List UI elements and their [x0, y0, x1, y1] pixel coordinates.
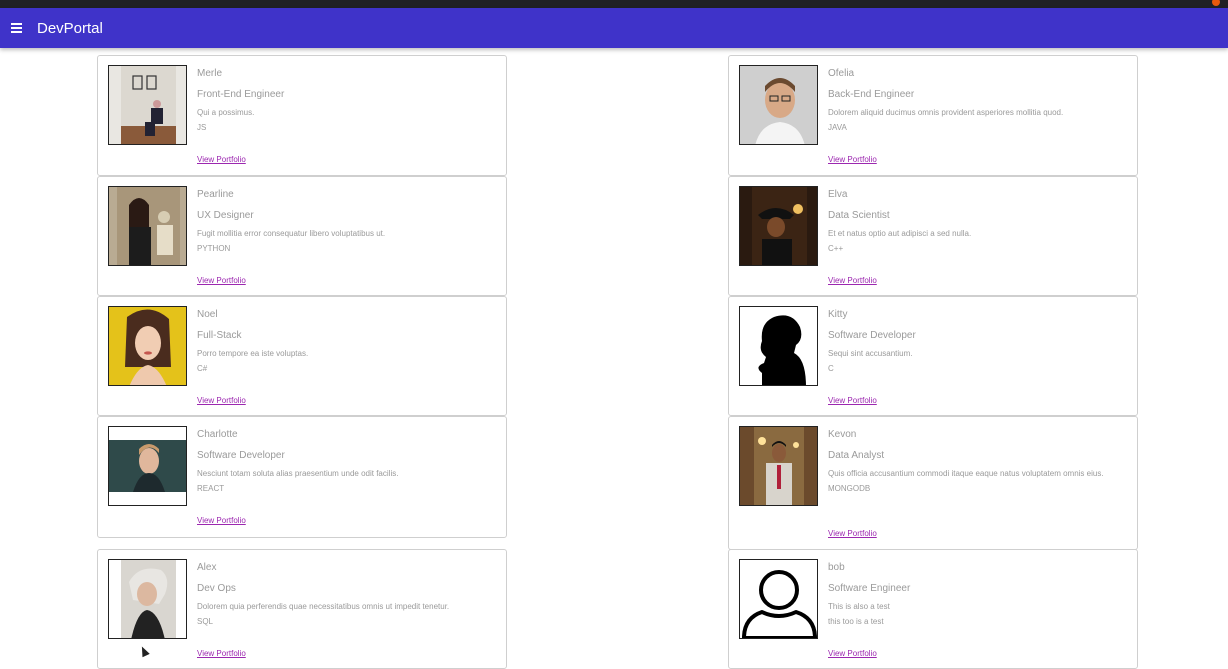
view-portfolio-link[interactable]: View Portfolio [828, 396, 877, 405]
developer-photo [739, 65, 818, 145]
developer-skill: this too is a test [828, 617, 884, 626]
developer-photo [108, 65, 187, 145]
developer-card: Charlotte Software Developer Nesciunt to… [97, 416, 507, 538]
developer-skill: JS [197, 123, 207, 132]
developer-photo [739, 306, 818, 386]
developer-name: Alex [197, 562, 217, 573]
developer-description: Dolorem quia perferendis quae necessitat… [197, 602, 450, 611]
developer-name: Charlotte [197, 429, 238, 440]
developer-info: Kevon Data Analyst Quis officia accusant… [828, 429, 1117, 495]
developer-skill: MONGODB [828, 484, 871, 493]
developer-description: Nesciunt totam soluta alias praesentium … [197, 469, 399, 478]
developer-description: Sequi sint accusantium. [828, 349, 913, 358]
developer-info: Noel Full-Stack Porro tempore ea iste vo… [197, 309, 486, 375]
hamburger-menu-icon[interactable] [11, 21, 29, 35]
view-portfolio-link[interactable]: View Portfolio [197, 649, 246, 658]
developer-role: Data Scientist [828, 210, 890, 221]
developer-role: Data Analyst [828, 450, 885, 461]
developer-card: Elva Data Scientist Et et natus optio au… [728, 176, 1138, 296]
developer-description: Et et natus optio aut adipisci a sed nul… [828, 229, 972, 238]
developer-info: Kitty Software Developer Sequi sint accu… [828, 309, 1117, 375]
view-portfolio-link[interactable]: View Portfolio [197, 155, 246, 164]
developer-description: Fugit mollitia error consequatur libero … [197, 229, 386, 238]
developer-card: Alex Dev Ops Dolorem quia perferendis qu… [97, 549, 507, 669]
developer-info: Ofelia Back-End Engineer Dolorem aliquid… [828, 68, 1117, 134]
developer-role: Software Developer [828, 330, 916, 341]
developer-name: Merle [197, 68, 223, 79]
developer-photo [108, 559, 187, 639]
developer-description: This is also a test [828, 602, 890, 611]
developer-description: Qui a possimus. [197, 108, 255, 117]
user-outline-icon [739, 559, 818, 639]
developer-card: Merle Front-End Engineer Qui a possimus.… [97, 55, 507, 176]
developer-card: Kitty Software Developer Sequi sint accu… [728, 296, 1138, 416]
developer-card: Kevon Data Analyst Quis officia accusant… [728, 416, 1138, 550]
developer-name: Kitty [828, 309, 848, 320]
developer-skill: C++ [828, 244, 844, 253]
developer-card: Pearline UX Designer Fugit mollitia erro… [97, 176, 507, 296]
developer-name: Ofelia [828, 68, 855, 79]
developer-skill: C# [197, 364, 208, 373]
view-portfolio-link[interactable]: View Portfolio [197, 396, 246, 405]
developer-info: Pearline UX Designer Fugit mollitia erro… [197, 189, 486, 255]
developer-photo [739, 426, 818, 506]
developer-card: bob Software Engineer This is also a tes… [728, 549, 1138, 669]
developer-photo [739, 186, 818, 266]
developer-description: Porro tempore ea iste voluptas. [197, 349, 309, 358]
developer-card: Noel Full-Stack Porro tempore ea iste vo… [97, 296, 507, 416]
developer-role: Full-Stack [197, 330, 242, 341]
developer-name: Pearline [197, 189, 234, 200]
developer-skill: SQL [197, 617, 214, 626]
view-portfolio-link[interactable]: View Portfolio [197, 516, 246, 525]
developer-role: UX Designer [197, 210, 254, 221]
developer-name: Noel [197, 309, 218, 320]
developer-info: bob Software Engineer This is also a tes… [828, 562, 1117, 628]
developer-info: Charlotte Software Developer Nesciunt to… [197, 429, 486, 495]
developer-skill: PYTHON [197, 244, 231, 253]
view-portfolio-link[interactable]: View Portfolio [828, 276, 877, 285]
developer-name: Kevon [828, 429, 857, 440]
developer-role: Dev Ops [197, 583, 236, 594]
developer-name: bob [828, 562, 845, 573]
developer-info: Elva Data Scientist Et et natus optio au… [828, 189, 1117, 255]
view-portfolio-link[interactable]: View Portfolio [828, 529, 877, 538]
app-bar: DevPortal [0, 8, 1228, 48]
extension-icon[interactable] [1212, 0, 1220, 6]
developer-name: Elva [828, 189, 848, 200]
view-portfolio-link[interactable]: View Portfolio [828, 649, 877, 658]
app-title: DevPortal [37, 19, 103, 37]
developer-description: Dolorem aliquid ducimus omnis provident … [828, 108, 1064, 117]
developer-info: Merle Front-End Engineer Qui a possimus.… [197, 68, 486, 134]
developer-photo [108, 426, 187, 506]
developer-photo [108, 306, 187, 386]
developer-skill: JAVA [828, 123, 847, 132]
developer-info: Alex Dev Ops Dolorem quia perferendis qu… [197, 562, 486, 628]
developer-card: Ofelia Back-End Engineer Dolorem aliquid… [728, 55, 1138, 176]
developer-skill: REACT [197, 484, 225, 493]
developer-skill: C [828, 364, 834, 373]
developer-role: Back-End Engineer [828, 89, 915, 100]
developer-description: Quis officia accusantium commodi itaque … [828, 469, 1104, 478]
view-portfolio-link[interactable]: View Portfolio [828, 155, 877, 164]
developer-role: Software Developer [197, 450, 285, 461]
developer-role: Front-End Engineer [197, 89, 285, 100]
developer-role: Software Engineer [828, 583, 911, 594]
view-portfolio-link[interactable]: View Portfolio [197, 276, 246, 285]
browser-chrome-strip [0, 0, 1228, 8]
developer-photo [108, 186, 187, 266]
